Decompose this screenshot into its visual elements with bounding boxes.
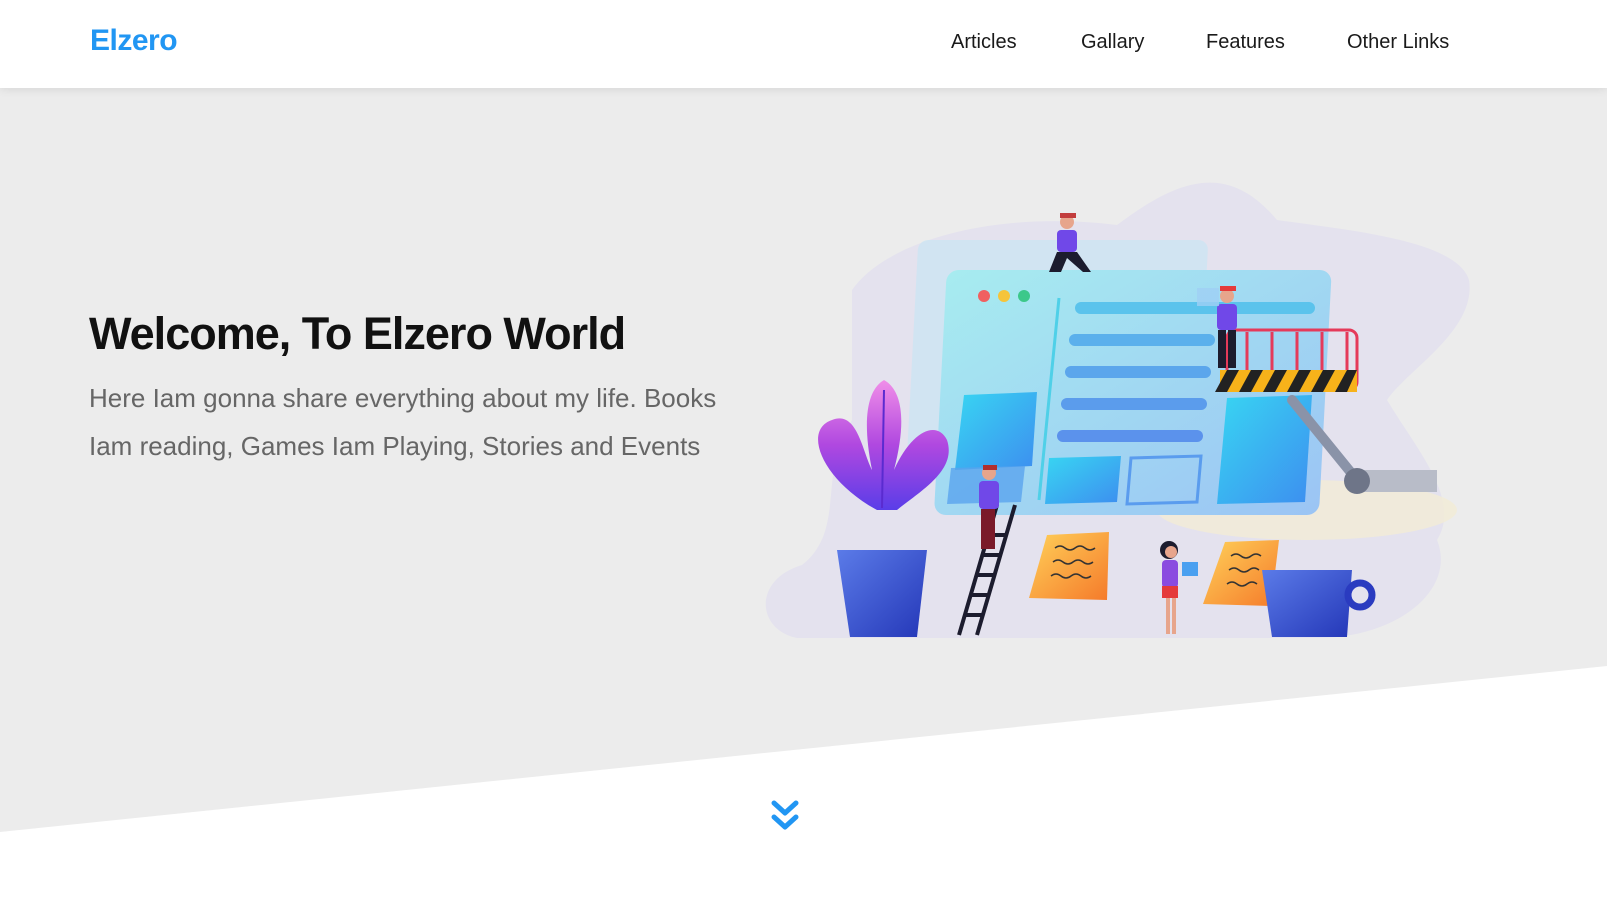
nav-link-gallary[interactable]: Gallary xyxy=(1081,31,1144,54)
double-chevron-down-icon[interactable] xyxy=(771,799,799,833)
site-header: Elzero Articles Gallary Features Other L… xyxy=(0,0,1607,88)
nav-link-features[interactable]: Features xyxy=(1206,31,1285,54)
hero-title: Welcome, To Elzero World xyxy=(89,308,626,359)
nav-link-other-links[interactable]: Other Links xyxy=(1347,31,1449,54)
hero-description: Here Iam gonna share everything about my… xyxy=(89,383,717,461)
website-builders-illustration xyxy=(765,182,1470,638)
logo[interactable]: Elzero xyxy=(90,24,178,58)
nav-link-articles[interactable]: Articles xyxy=(951,31,1017,54)
